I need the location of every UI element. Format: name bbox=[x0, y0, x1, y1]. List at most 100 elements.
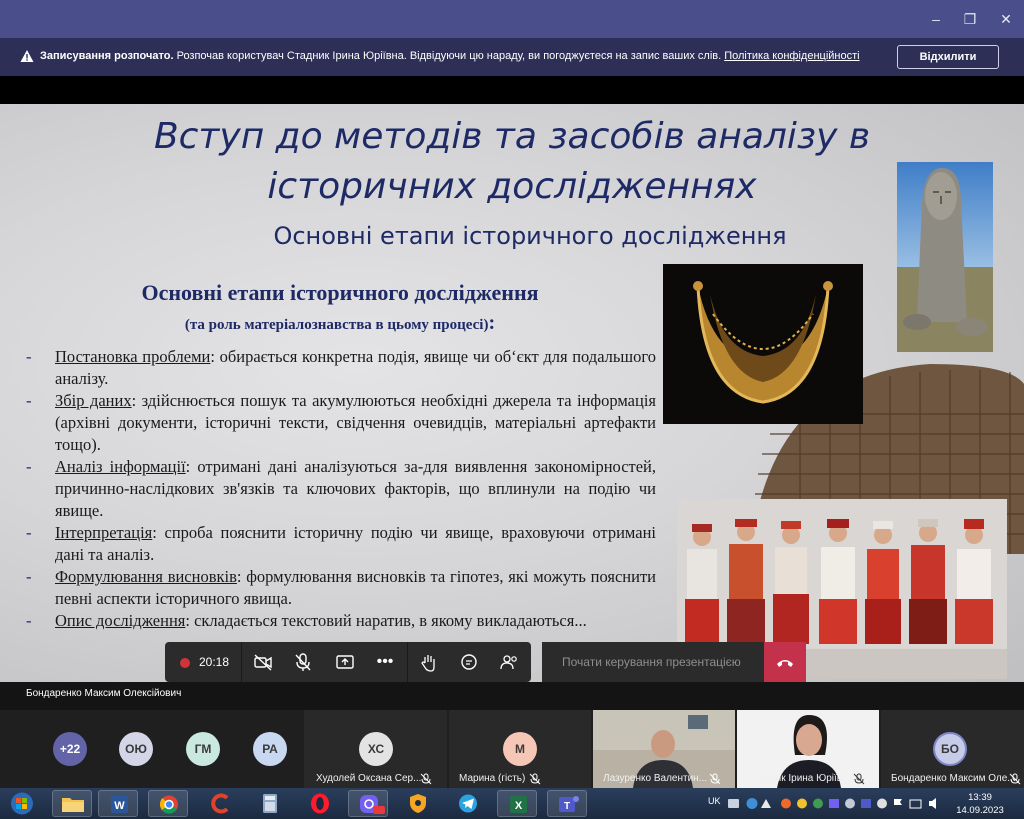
bullet-dash: - bbox=[26, 391, 32, 410]
taskbar-opera[interactable] bbox=[300, 790, 340, 817]
bullet-dash: - bbox=[26, 611, 32, 630]
mic-off-icon bbox=[853, 773, 865, 785]
step-term: Формулювання висновків bbox=[55, 567, 237, 586]
more-icon: ••• bbox=[376, 653, 394, 670]
taskbar-telegram[interactable] bbox=[448, 790, 488, 817]
telegram-icon bbox=[459, 794, 477, 813]
hang-up-icon bbox=[777, 660, 793, 667]
avatar[interactable]: РА bbox=[253, 732, 287, 766]
people-icon bbox=[500, 655, 517, 670]
participants-strip: +22 ОЮ ГМ РА ХС Худолей Оксана Сер... М … bbox=[0, 710, 1024, 788]
presenter-name-bar: Бондаренко Максим Олексійович bbox=[0, 682, 1024, 710]
step-term: Інтерпретація bbox=[55, 523, 153, 542]
taskbar-viber[interactable] bbox=[348, 790, 388, 817]
participant-video-tile[interactable]: Лазуренко Валентин... bbox=[593, 710, 735, 788]
participant-name: Марина (гість) bbox=[459, 773, 526, 784]
avatar[interactable]: ОЮ bbox=[119, 732, 153, 766]
avatar: ХС bbox=[359, 732, 393, 766]
camera-off-icon bbox=[254, 654, 272, 671]
participant-video-tile[interactable]: Стадник Ірина Юріїв... bbox=[737, 710, 879, 788]
folder-icon bbox=[62, 798, 84, 812]
mic-off-icon bbox=[295, 653, 311, 671]
taskbar-word[interactable]: W bbox=[98, 790, 138, 817]
taskbar-teams[interactable]: T bbox=[547, 790, 587, 817]
bullet-dash: - bbox=[26, 457, 32, 476]
list-item: - Опис дослідження: складається текстовий… bbox=[26, 610, 656, 632]
teams-meeting-window: – ❐ ✕ Записування розпочато. Розпочав ко… bbox=[0, 0, 1024, 819]
close-button[interactable]: ✕ bbox=[996, 9, 1016, 29]
recording-status: Записування розпочато. bbox=[40, 50, 174, 62]
warning-icon bbox=[20, 50, 34, 62]
raise-hand-button[interactable] bbox=[417, 650, 441, 674]
taskbar-chrome[interactable] bbox=[148, 790, 188, 817]
section-sub-text: (та роль матеріалознавства в цьому проце… bbox=[184, 317, 489, 333]
participants-button[interactable] bbox=[497, 650, 521, 674]
take-control-presentation-button[interactable]: Почати керування презентацією bbox=[542, 642, 764, 682]
step-term: Опис дослідження bbox=[55, 611, 186, 630]
taskbar-file-explorer[interactable] bbox=[52, 790, 92, 817]
participant-tile[interactable]: ХС Худолей Оксана Сер... bbox=[304, 710, 447, 788]
vpn-shield-icon bbox=[410, 794, 426, 813]
gold-pectoral-image bbox=[663, 264, 863, 424]
avatar[interactable]: ГМ bbox=[186, 732, 220, 766]
teams-icon: T bbox=[559, 796, 579, 812]
participant-name: Стадник Ірина Юріїв... bbox=[747, 773, 851, 784]
stone-statue-image bbox=[897, 162, 993, 352]
step-term: Збір даних bbox=[55, 391, 132, 410]
system-tray-icons bbox=[728, 798, 936, 809]
svg-text:T: T bbox=[564, 801, 570, 812]
recording-time: 20:18 bbox=[198, 655, 230, 669]
camera-off-button[interactable] bbox=[251, 650, 275, 674]
taskbar-excel[interactable]: X bbox=[497, 790, 537, 817]
participant-tile[interactable]: БО Бондаренко Максим Оле... bbox=[881, 710, 1024, 788]
hang-up-button[interactable] bbox=[764, 642, 806, 682]
start-button[interactable] bbox=[4, 790, 40, 817]
chat-icon bbox=[461, 654, 477, 670]
research-steps-list: - Постановка проблеми: обирається конкрет… bbox=[26, 346, 656, 632]
list-item: - Формулювання висновків: формулювання ви… bbox=[26, 566, 656, 610]
mic-off-icon bbox=[709, 773, 721, 785]
section-heading: Основні етапи історичного дослідження bbox=[141, 280, 539, 305]
list-item: - Інтерпретація: спроба пояснити історичн… bbox=[26, 522, 656, 566]
taskbar-clock[interactable]: 13:39 14.09.2023 bbox=[956, 791, 1004, 817]
bullet-dash: - bbox=[26, 347, 32, 366]
taskbar-vpn[interactable] bbox=[398, 790, 438, 817]
more-participants-button[interactable]: +22 bbox=[53, 732, 87, 766]
restore-button[interactable]: ❐ bbox=[960, 9, 980, 29]
stage-top-band bbox=[0, 76, 1024, 104]
more-actions-button[interactable]: ••• bbox=[373, 650, 397, 674]
list-item: - Аналіз інформації: отримані дані аналіз… bbox=[26, 456, 656, 522]
avatar: М bbox=[503, 732, 537, 766]
participant-name: Лазуренко Валентин... bbox=[603, 773, 708, 784]
chrome-icon bbox=[159, 795, 178, 814]
slide-title-line1: Вступ до методів та засобів аналізу в bbox=[153, 116, 871, 157]
svg-text:W: W bbox=[114, 800, 125, 812]
chat-button[interactable] bbox=[457, 650, 481, 674]
mic-off-icon bbox=[1009, 773, 1021, 785]
participant-name: Худолей Оксана Сер... bbox=[316, 773, 422, 784]
minimize-button[interactable]: – bbox=[926, 9, 946, 29]
title-bar: – ❐ ✕ bbox=[0, 0, 1024, 38]
excel-icon: X bbox=[510, 796, 527, 813]
taskbar-calculator[interactable] bbox=[250, 790, 290, 817]
presenter-name: Бондаренко Максим Олексійович bbox=[26, 688, 182, 699]
taskbar-ccleaner[interactable] bbox=[200, 790, 240, 817]
opera-icon bbox=[311, 793, 329, 814]
mic-off-icon bbox=[420, 773, 432, 785]
recording-dot-icon bbox=[179, 657, 190, 668]
slide-subtitle: Основні етапи історичного дослідження bbox=[273, 222, 787, 250]
decline-button[interactable]: Відхилити bbox=[897, 45, 999, 69]
mic-off-button[interactable] bbox=[291, 650, 315, 674]
mic-off-icon bbox=[529, 773, 541, 785]
participant-tile[interactable]: М Марина (гість) bbox=[449, 710, 591, 788]
recording-text: Розпочав користувач Стадник Ірина Юріївн… bbox=[173, 50, 725, 62]
recording-message: Записування розпочато. Розпочав користув… bbox=[40, 50, 860, 62]
recording-banner: Записування розпочато. Розпочав користув… bbox=[0, 38, 1024, 76]
clock-date: 14.09.2023 bbox=[956, 805, 1004, 816]
shared-slide: Вступ до методів та засобів аналізу в іс… bbox=[0, 104, 1024, 682]
share-screen-button[interactable] bbox=[333, 650, 357, 674]
language-indicator[interactable]: UK bbox=[708, 796, 721, 806]
slide-title-line2: історичних дослідженнях bbox=[267, 166, 757, 207]
privacy-policy-link[interactable]: Політика конфіденційності bbox=[724, 50, 859, 62]
windows-logo-icon bbox=[11, 792, 33, 815]
